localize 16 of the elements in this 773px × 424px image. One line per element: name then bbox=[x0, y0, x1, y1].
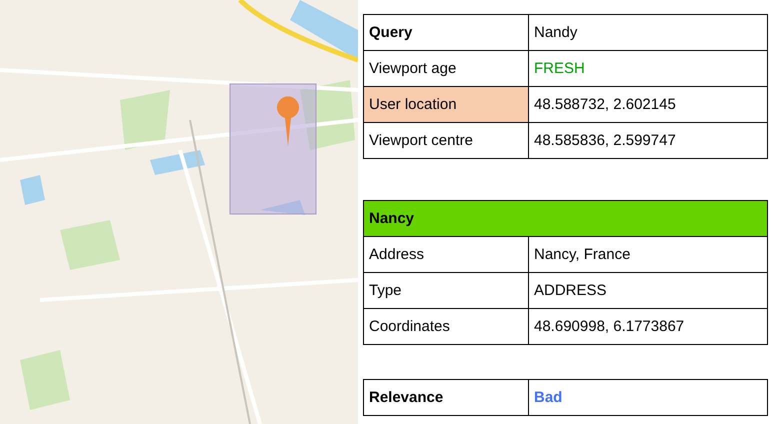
row-label: Type bbox=[364, 272, 528, 308]
row-label: Coordinates bbox=[364, 308, 528, 344]
row-value: Bad bbox=[528, 380, 768, 416]
row-value: Nancy, France bbox=[528, 236, 768, 272]
row-label: Query bbox=[364, 14, 528, 50]
row-value: ADDRESS bbox=[528, 272, 768, 308]
result-title: Nancy bbox=[364, 200, 768, 236]
row-value: 48.585836, 2.599747 bbox=[528, 122, 768, 158]
row-label: User location bbox=[364, 86, 528, 122]
row-label: Relevance bbox=[364, 380, 528, 416]
row-label: Viewport centre bbox=[364, 122, 528, 158]
row-value: 48.588732, 2.602145 bbox=[528, 86, 768, 122]
row-value: Nandy bbox=[528, 14, 768, 50]
row-label: Address bbox=[364, 236, 528, 272]
row-value: FRESH bbox=[528, 50, 768, 86]
row-value: 48.690998, 6.1773867 bbox=[528, 308, 768, 344]
